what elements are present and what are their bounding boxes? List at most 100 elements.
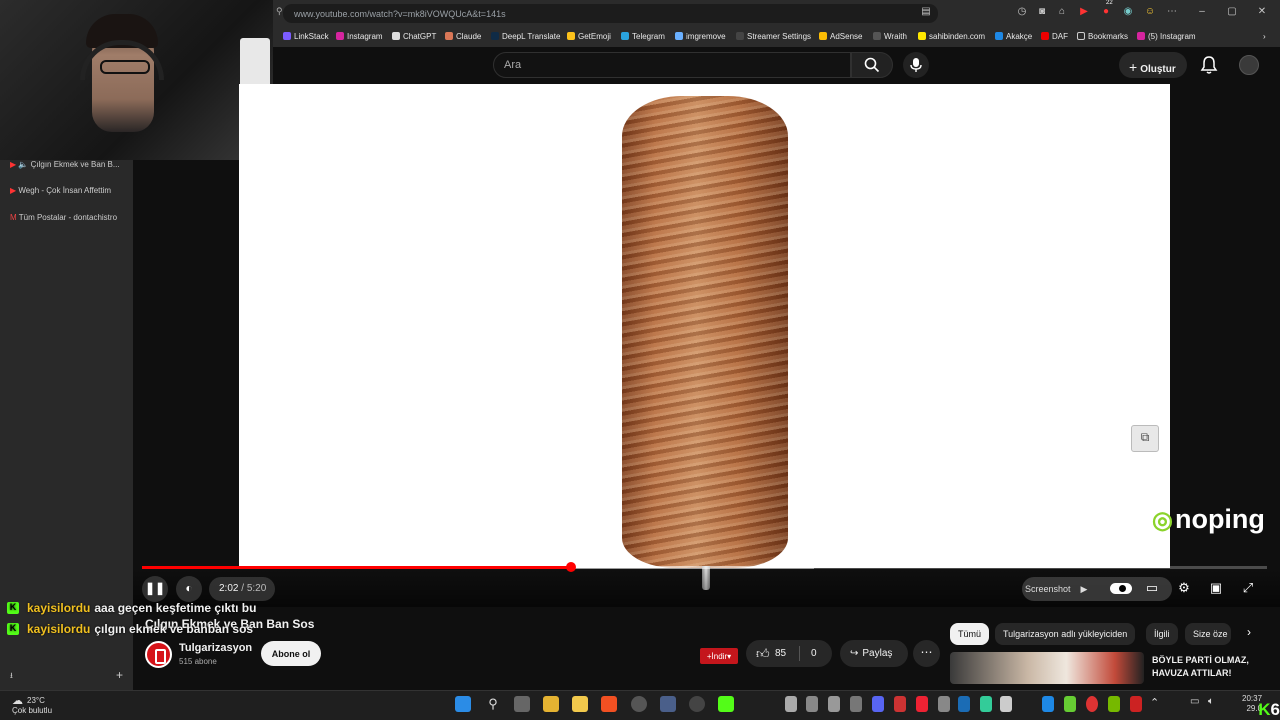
bookmark-linkstack[interactable]: LinkStack (283, 32, 329, 41)
bookmark-adsense[interactable]: AdSense (819, 32, 862, 41)
search-button[interactable] (851, 52, 893, 78)
bookmark-instagram-5[interactable]: (5) Instagram (1137, 32, 1196, 41)
download-icon[interactable]: ⭳ (10, 670, 13, 684)
like-count[interactable]: 85 (775, 648, 786, 659)
create-button[interactable]: + Oluştur (1119, 52, 1187, 78)
bookmarks-overflow-icon[interactable]: › (1263, 32, 1266, 41)
bookmark-deepl[interactable]: DeepL Translate (491, 32, 560, 41)
account-avatar[interactable] (1239, 55, 1259, 75)
search-icon (864, 57, 880, 73)
store-icon[interactable] (572, 696, 588, 712)
bookmark-akakce[interactable]: Akakçe (995, 32, 1032, 41)
address-bar[interactable]: www.youtube.com/watch?v=mk8iVOWQUcA&t=14… (283, 4, 938, 23)
steam-icon[interactable] (660, 696, 676, 712)
bookmark-instagram[interactable]: Instagram (336, 32, 383, 41)
youtube-ext-icon[interactable]: ▶ (1078, 6, 1090, 18)
tray-icon-7[interactable] (938, 696, 950, 712)
minimize-icon[interactable]: – (1196, 6, 1208, 18)
tray-icon-9[interactable] (1000, 696, 1012, 712)
picture-in-picture-button[interactable]: ⧉ (1131, 425, 1159, 452)
close-icon[interactable]: ✕ (1256, 6, 1268, 18)
voice-search-button[interactable] (903, 52, 929, 78)
bookmark-chatgpt[interactable]: ChatGPT (392, 32, 436, 41)
sidebar-item-tab-2[interactable]: ▶ Wegh - Çok İnsan Affettim (10, 186, 111, 195)
download-button[interactable]: +İndir▾ (700, 648, 738, 664)
speaker-taskbar-icon[interactable]: 🔈︎ (1208, 696, 1220, 712)
bookmark-folder[interactable]: Bookmarks (1077, 32, 1128, 41)
tray-icon-2[interactable] (806, 696, 818, 712)
bookmark-claude[interactable]: Claude (445, 32, 481, 41)
tray-steam-icon[interactable] (958, 696, 970, 712)
subscribe-button[interactable]: Abone ol (261, 641, 321, 666)
chip-uploader[interactable]: Tulgarizasyon adlı yükleyiciden (995, 623, 1136, 645)
volume-button[interactable]: ◐ (176, 576, 202, 602)
bookmark-telegram[interactable]: Telegram (621, 32, 665, 41)
kick-app-icon[interactable] (718, 696, 734, 712)
extension-icon[interactable]: ⌂ (1056, 6, 1068, 18)
chip-related[interactable]: İlgili (1146, 623, 1178, 645)
channel-avatar[interactable] (145, 641, 172, 668)
discord-icon[interactable] (872, 696, 884, 712)
brave-icon[interactable] (601, 696, 617, 712)
bookmark-getemoji[interactable]: GetEmoji (567, 32, 611, 41)
chip-all[interactable]: Tümü (950, 623, 990, 645)
dislike-count[interactable]: 0 (811, 648, 817, 659)
like-icon[interactable]: 👍︎ (756, 646, 770, 662)
more-actions-button[interactable]: ⋯ (913, 640, 940, 667)
ext-icon-2[interactable]: ◉ (1122, 6, 1134, 18)
bookmark-sahibinden[interactable]: sahibinden.com (918, 32, 985, 41)
theater-mode-icon[interactable]: ▣ (1207, 580, 1225, 598)
progress-scrubber[interactable] (566, 562, 576, 572)
sidebar-item-tab-1[interactable]: ▶ 🔈 Çılgın Ekmek ve Ban B... (10, 160, 120, 169)
noping-watermark: ◎noping (1152, 504, 1265, 534)
tray-icon-6[interactable] (916, 696, 928, 712)
chevron-right-icon[interactable]: › (1240, 625, 1258, 643)
tray-icon-3[interactable] (828, 696, 840, 712)
start-icon[interactable] (455, 696, 471, 712)
history-icon[interactable]: ◷ (1016, 6, 1028, 18)
tray-icon-5[interactable] (894, 696, 906, 712)
network-icon[interactable]: ▭ (1190, 696, 1202, 712)
subtitles-icon[interactable]: ▭ (1143, 580, 1161, 598)
app-icon[interactable] (689, 696, 705, 712)
file-explorer-icon[interactable] (543, 696, 559, 712)
tray-icon-12[interactable] (1130, 696, 1142, 712)
weather-widget[interactable]: ☁ 23°C Çok bulutlu (12, 696, 52, 716)
tray-icon-10[interactable] (1064, 696, 1076, 712)
noping-logo-icon: ◎ (1152, 507, 1173, 534)
add-tab-icon[interactable]: + (116, 668, 123, 682)
camera-icon[interactable]: ◙ (1036, 6, 1048, 18)
bookmark-daf[interactable]: DAF (1041, 32, 1068, 41)
chip-for-you[interactable]: Size öze (1185, 623, 1231, 645)
pause-button[interactable]: ❚❚ (142, 576, 168, 602)
sidebar-item-tab-3[interactable]: M Tüm Postalar - dontachistro (10, 213, 117, 222)
settings-gear-icon[interactable]: ⚙ (1175, 580, 1193, 598)
bluetooth-icon[interactable] (1042, 696, 1054, 712)
search-taskbar-icon[interactable]: ⚲ (485, 696, 501, 712)
bookmark-wraith[interactable]: Wraith (873, 32, 907, 41)
bookmark-imgremove[interactable]: imgremove (675, 32, 726, 41)
create-label: Oluştur (1140, 64, 1176, 75)
nvidia-icon[interactable] (1108, 696, 1120, 712)
recommendation-title[interactable]: BÖYLE PARTİ OLMAZ, HAVUZA ATTILAR! (1152, 654, 1272, 680)
share-button[interactable]: ↪ Paylaş (840, 640, 908, 667)
channel-name[interactable]: Tulgarizasyon (179, 642, 252, 654)
pause-icon: ❚❚ (144, 581, 166, 595)
task-view-icon[interactable] (514, 696, 530, 712)
tray-expand-icon[interactable]: ⌃ (1150, 696, 1162, 712)
recommendation-thumbnail[interactable] (950, 652, 1144, 684)
tray-icon-8[interactable] (980, 696, 992, 712)
tray-icon-4[interactable] (850, 696, 862, 712)
obs-icon[interactable] (631, 696, 647, 712)
menu-icon[interactable]: ⋯ (1166, 6, 1178, 18)
maximize-icon[interactable]: ▢ (1226, 6, 1238, 18)
reader-icon[interactable]: ▤ (920, 6, 932, 18)
search-input[interactable]: Ara (493, 52, 851, 78)
tray-icon-1[interactable] (785, 696, 797, 712)
tray-icon-11[interactable] (1086, 696, 1098, 712)
bookmark-streamer-settings[interactable]: Streamer Settings (736, 32, 811, 41)
emoji-ext-icon[interactable]: ☺ (1144, 6, 1156, 18)
notifications-button[interactable] (1200, 55, 1218, 75)
fullscreen-icon[interactable]: ⤢ (1239, 580, 1257, 598)
notification-ext-icon[interactable]: ● 22 (1100, 0, 1113, 18)
